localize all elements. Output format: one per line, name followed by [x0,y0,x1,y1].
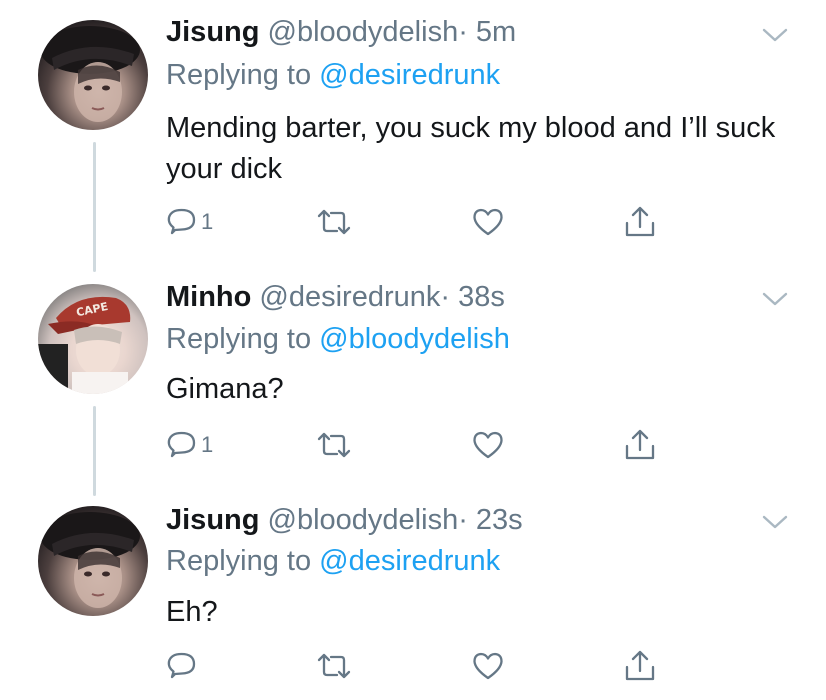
tweet[interactable]: Jisung @bloodydelish· 23s Replying to @d… [0,496,826,700]
retweet-button[interactable] [316,427,352,463]
share-button[interactable] [623,427,657,463]
user-handle[interactable]: @desiredrunk [259,281,440,313]
share-button[interactable] [623,648,657,684]
replying-to: Replying to @desiredrunk [166,543,500,579]
timestamp[interactable]: · 38s [440,281,504,313]
retweet-icon [317,653,351,679]
heart-icon [473,208,503,236]
share-button[interactable] [623,204,657,240]
retweet-button[interactable] [316,648,352,684]
jisung-avatar-image [40,26,140,122]
tweet-header: Minho @desiredrunk· 38s [166,279,505,315]
replying-to: Replying to @desiredrunk [166,57,500,93]
user-handle[interactable]: @bloodydelish [268,504,459,536]
tweet-header: Jisung @bloodydelish· 23s [166,502,523,538]
mention-link[interactable]: @desiredrunk [319,545,500,577]
tweet-text: Mending barter, you suck my blood and I’… [166,112,776,185]
avatar[interactable]: CAPE [38,284,148,394]
user-handle[interactable]: @bloodydelish [268,16,459,48]
mention-link[interactable]: @desiredrunk [319,59,500,91]
mention-link[interactable]: @bloodydelish [319,323,510,355]
retweet-icon [317,209,351,235]
chevron-down-icon[interactable] [762,27,788,43]
display-name[interactable]: Jisung [166,504,259,536]
reply-icon [167,652,196,679]
like-button[interactable] [471,648,505,684]
tweet-header: Jisung @bloodydelish· 5m [166,14,516,50]
display-name[interactable]: Minho [166,281,251,313]
timestamp[interactable]: · 23s [458,504,522,536]
replying-to-prefix: Replying to [166,59,312,91]
display-name[interactable]: Jisung [166,16,259,48]
tweet-actions [164,648,684,684]
heart-icon [473,431,503,459]
reply-count: 1 [201,432,214,457]
replying-to: Replying to @bloodydelish [166,321,510,357]
heart-icon [473,652,503,680]
minho-avatar-image: CAPE [38,296,131,394]
avatar[interactable] [38,506,148,616]
share-icon [625,206,655,237]
chevron-down-icon[interactable] [762,514,788,530]
tweet[interactable]: Jisung @bloodydelish· 5m Replying to @de… [0,0,826,260]
replying-to-prefix: Replying to [166,323,312,355]
avatar[interactable] [38,20,148,130]
reply-icon [167,208,196,235]
reply-button[interactable] [164,648,201,684]
reply-button[interactable]: 1 [164,427,213,463]
like-button[interactable] [471,427,505,463]
jisung-avatar-image [40,512,140,608]
retweet-icon [317,432,351,458]
chevron-down-icon[interactable] [762,291,788,307]
share-icon [625,429,655,460]
reply-icon [167,431,196,458]
retweet-button[interactable] [316,204,352,240]
reply-count: 1 [201,209,214,234]
tweet-actions: 1 [164,427,684,463]
tweet-actions: 1 [164,204,684,240]
replying-to-prefix: Replying to [166,545,312,577]
tweet-text: Gimana? [166,373,284,405]
tweet[interactable]: CAPE Minho @desiredrunk· 38s Replying to… [0,272,826,492]
like-button[interactable] [471,204,505,240]
tweet-text: Eh? [166,596,218,628]
reply-button[interactable]: 1 [164,204,213,240]
share-icon [625,650,655,681]
timestamp[interactable]: · 5m [458,16,516,48]
